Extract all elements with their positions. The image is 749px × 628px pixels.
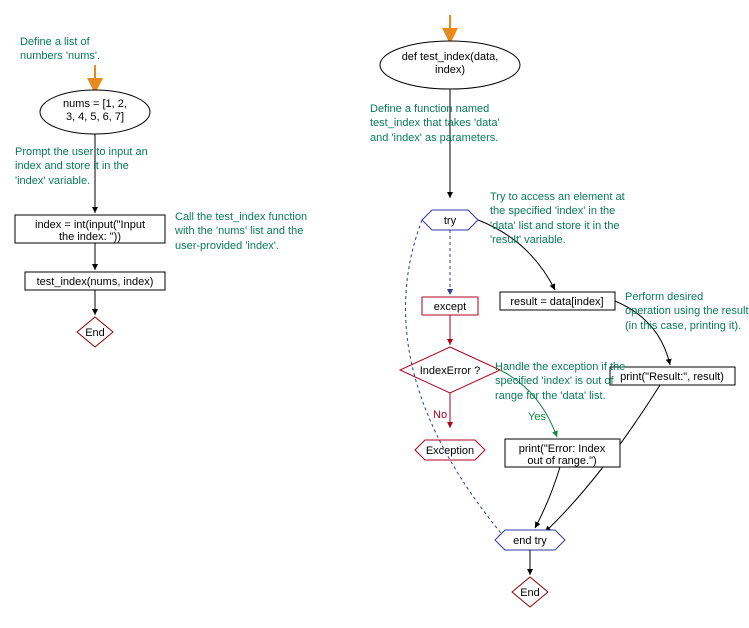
nums-text-line1: nums = [1, 2, [63,98,127,110]
anno-perform-op: Perform desired operation using the resu… [625,290,749,333]
print-result-text: print("Result:", result) [620,371,724,383]
def-func-text-l2: index) [435,64,465,76]
no-label: No [433,409,447,421]
input-index-text-l2: the index: ")) [59,231,121,243]
try-text: try [444,215,457,227]
print-error-text-l2: out of range.") [527,455,596,467]
anno-handle-exc: Handle the exception if the specified 'i… [495,360,635,403]
input-index-text-l1: index = int(input("Input [35,219,145,231]
def-func-text-l1: def test_index(data, [402,51,499,63]
anno-try-access: Try to access an element at the specifie… [490,190,630,247]
yes-label: Yes [528,411,546,423]
test-call-text: test_index(nums, index) [37,276,154,288]
anno-call-func: Call the test_index function with the 'n… [175,210,320,253]
arrow-printerror-endtry [535,467,560,528]
result-assign-text: result = data[index] [510,296,603,308]
end-text-left: End [85,327,105,339]
except-text: except [434,301,466,313]
endtry-text: end try [513,535,547,547]
anno-prompt-user: Prompt the user to input an index and st… [15,145,155,188]
end-text-right: End [520,587,540,599]
anno-define-func: Define a function named test_index that … [370,102,500,145]
indexerror-text: IndexError ? [420,365,481,377]
print-error-text-l1: print("Error: Index [519,443,606,455]
anno-define-list: Define a list of numbers 'nums'. [20,35,130,64]
exception-text: Exception [426,445,474,457]
nums-text-line2: 3, 4, 5, 6, 7] [66,111,124,123]
